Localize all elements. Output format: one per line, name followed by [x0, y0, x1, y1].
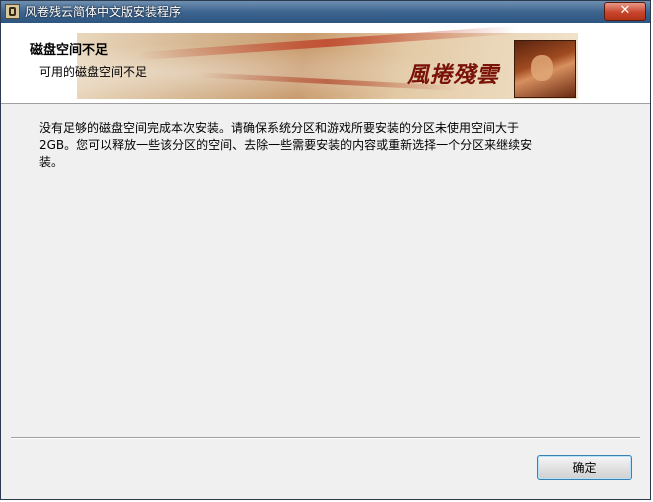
title-bar[interactable]: 风卷残云简体中文版安装程序 ✕ — [1, 1, 650, 24]
ok-button[interactable]: 确定 — [537, 455, 632, 480]
divider — [11, 437, 640, 439]
installer-window: 风卷残云简体中文版安装程序 ✕ 風捲殘雲 磁盘空间不足 可用的磁盘空间不足 没有… — [0, 0, 651, 500]
page-subtitle: 可用的磁盘空间不足 — [39, 65, 148, 79]
message-line-3: 装。 — [39, 155, 64, 169]
page-title: 磁盘空间不足 — [30, 43, 109, 58]
error-message: 没有足够的磁盘空间完成本次安装。请确保系统分区和游戏所要安装的分区未使用空间大于… — [39, 120, 619, 171]
window-title: 风卷残云简体中文版安装程序 — [25, 5, 182, 19]
header-panel: 風捲殘雲 磁盘空间不足 可用的磁盘空间不足 — [1, 23, 650, 104]
character-portrait — [514, 40, 576, 98]
message-line-2: 2GB。您可以释放一些该分区的空间、去除一些需要安装的内容或重新选择一个分区来继… — [39, 138, 533, 152]
close-button[interactable]: ✕ — [604, 2, 646, 21]
banner-image: 風捲殘雲 — [77, 25, 578, 99]
game-logo: 風捲殘雲 — [407, 62, 500, 88]
message-line-1: 没有足够的磁盘空间完成本次安装。请确保系统分区和游戏所要安装的分区未使用空间大于 — [39, 121, 520, 135]
banner-brush-stroke — [137, 25, 517, 61]
close-icon: ✕ — [619, 3, 631, 18]
app-icon — [5, 4, 20, 19]
